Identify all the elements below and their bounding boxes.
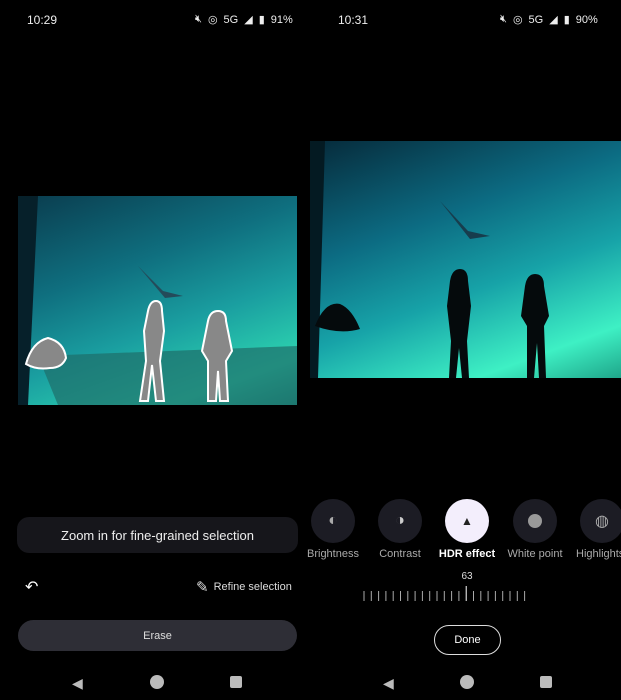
brightness-icon: ◐: [328, 512, 338, 529]
photo-preview: [310, 141, 621, 378]
photo-selection[interactable]: [18, 196, 297, 405]
erase-button[interactable]: Erase: [18, 620, 297, 651]
mute-icon: 🔇︎: [195, 13, 202, 25]
slider-value: 63: [461, 571, 473, 582]
status-icons: 🔇︎ ◎ 5G ◢ ▮ 90%: [500, 13, 598, 26]
mute-icon: 🔇︎: [500, 13, 507, 25]
aquarium-image: [18, 196, 297, 405]
done-button[interactable]: Done: [434, 625, 501, 655]
nav-back-icon[interactable]: ◀: [72, 675, 83, 692]
hotspot-icon: ◎: [512, 14, 523, 26]
zoom-hint-banner: Zoom in for fine-grained selection: [17, 517, 298, 553]
network-label: 5G: [528, 13, 544, 26]
refine-label: Refine selection: [213, 581, 292, 593]
nav-recents-icon[interactable]: [540, 676, 552, 688]
network-label: 5G: [223, 13, 239, 26]
circle-icon: [528, 514, 542, 528]
nav-home-icon[interactable]: [150, 675, 164, 689]
refine-selection-button[interactable]: ✎ Refine selection: [196, 578, 292, 596]
status-icons: 🔇︎ ◎ 5G ◢ ▮ 91%: [195, 13, 293, 26]
aquarium-image: [310, 141, 549, 378]
tool-white-point[interactable]: [513, 499, 557, 543]
highlights-icon: ◍: [595, 513, 609, 530]
nav-back-icon[interactable]: ◀: [383, 675, 394, 692]
contrast-icon: ◑: [395, 512, 405, 529]
hotspot-icon: ◎: [207, 14, 218, 26]
battery-level: 91%: [270, 13, 293, 26]
battery-level: 90%: [575, 13, 598, 26]
undo-icon[interactable]: ↶: [25, 577, 38, 597]
tool-highlights[interactable]: ◍: [580, 499, 621, 543]
signal-icon: ◢: [549, 14, 558, 26]
battery-icon: ▮: [563, 14, 570, 26]
nav-recents-icon[interactable]: [230, 676, 242, 688]
signal-icon: ◢: [244, 14, 253, 26]
slider-ticks: [363, 586, 526, 601]
tool-label: Highlights: [576, 548, 621, 560]
status-time: 10:31: [338, 13, 369, 27]
edit-icon: ✎: [196, 579, 209, 596]
nav-home-icon[interactable]: [460, 675, 474, 689]
status-time: 10:29: [27, 13, 58, 27]
tool-brightness[interactable]: ◐: [311, 499, 355, 543]
mountain-icon: ▲: [461, 514, 473, 528]
tool-hdr-effect[interactable]: ▲: [445, 499, 489, 543]
hdr-slider[interactable]: [362, 584, 530, 604]
battery-icon: ▮: [258, 14, 265, 26]
tool-contrast[interactable]: ◑: [378, 499, 422, 543]
